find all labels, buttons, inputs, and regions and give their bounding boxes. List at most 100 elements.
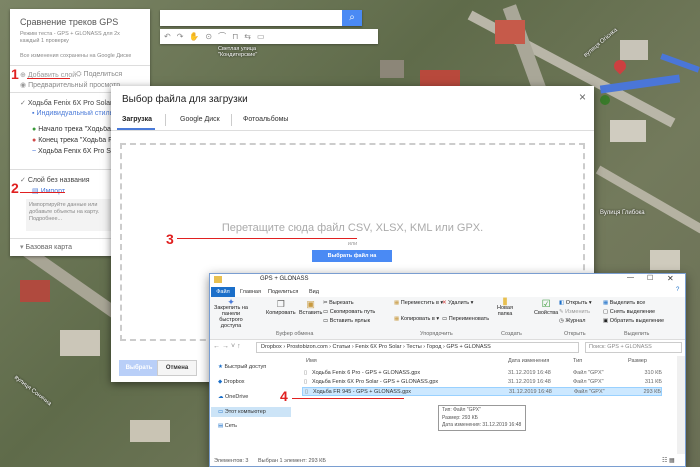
check-icon: ✓ — [20, 100, 28, 107]
nav-arrows[interactable]: ←→˅↑ — [213, 343, 243, 350]
edit-button[interactable]: ✎ Изменить — [559, 309, 590, 315]
invert-selection-button[interactable]: ▣ Обратить выделение — [603, 318, 664, 324]
file-icon: ▯ — [304, 379, 308, 385]
copy-button[interactable]: ❐ Копировать — [266, 299, 296, 316]
scrollbar[interactable] — [677, 356, 685, 454]
tab-view[interactable]: Вид — [309, 287, 319, 297]
paste-button[interactable]: ▣ Вставить — [299, 299, 322, 316]
annotation-number: 3 — [166, 231, 174, 247]
address-bar[interactable]: Dropbox › Prostobizon.com › Статьи › Fen… — [256, 342, 579, 353]
layer1-style-link[interactable]: ▪ Индивидуальный стиль — [32, 110, 113, 117]
status-item-count: Элементов: 3 — [214, 458, 249, 464]
nav-quick-access[interactable]: ★ Быстрый доступ — [218, 364, 266, 370]
map-description[interactable]: Режим теста - GPS + GLONASS для 2х кажды… — [20, 31, 138, 45]
group-clipboard: Буфер обмена — [276, 331, 314, 337]
column-type[interactable]: Тип — [573, 358, 582, 364]
group-new: Создать — [501, 331, 522, 337]
table-row[interactable]: ▯ Ходьба Fenix 6 Pro - GPS + GLONASS.gpx… — [302, 369, 662, 378]
column-size[interactable]: Размер — [628, 358, 647, 364]
minimize-icon[interactable]: — — [627, 274, 634, 281]
map-toolbar[interactable]: ↶↷✋⊙⌒⊓⇆▭ — [160, 29, 378, 44]
annotation-underline — [20, 192, 65, 193]
select-all-icon: ▦ — [603, 300, 610, 306]
map-title[interactable]: Сравнение треков GPS — [20, 17, 118, 27]
maximize-icon[interactable]: ☐ — [647, 274, 653, 282]
file-explorer-window: GPS + GLONASS — ☐ ✕ Файл Главная Поделит… — [209, 273, 686, 467]
view-toggle-icon[interactable]: ☷ ▦ — [662, 457, 675, 464]
ribbon: ✦ Закрепить на панели быстрого доступа ❐ К… — [210, 297, 685, 340]
select-button[interactable]: Выбрать — [119, 360, 159, 376]
choose-file-button[interactable]: Выбрать файл на устройстве — [312, 250, 392, 271]
select-none-button[interactable]: ▢ Снять выделение — [603, 309, 655, 315]
open-button[interactable]: ◧ Открыть ▾ — [559, 300, 592, 306]
window-title: GPS + GLONASS — [260, 276, 309, 282]
map-poi-label: Светлая улица "Кондитерские" — [218, 46, 258, 58]
chevron-down-icon: ▾ — [434, 316, 440, 322]
copy-icon: ❐ — [276, 299, 285, 309]
check-icon: ✓ — [20, 177, 28, 184]
close-icon[interactable]: × — [579, 90, 586, 104]
select-none-icon: ▢ — [603, 309, 610, 315]
tab-file[interactable]: Файл — [211, 287, 235, 297]
cloud-icon: ☁ — [218, 394, 226, 400]
cancel-button[interactable]: Отмена — [157, 360, 197, 376]
tab-photo-albums[interactable]: Фотоальбомы — [243, 116, 288, 123]
tab-google-drive[interactable]: Google Диск — [180, 116, 220, 123]
pin-button[interactable]: ✦ Закрепить на панели быстрого доступа — [212, 298, 250, 330]
file-icon: ▯ — [304, 370, 308, 376]
column-name[interactable]: Имя — [306, 358, 317, 364]
copy-to-button[interactable]: ▦ Копировать в ▾ — [394, 316, 439, 322]
table-row-selected[interactable]: ▯ Ходьба FR 945 - GPS + GLONASS.gpx 31.1… — [302, 387, 662, 396]
chevron-down-icon: ▾ — [587, 300, 592, 306]
annotation-number: 2 — [11, 180, 19, 196]
clipboard-icon: ▣ — [306, 299, 315, 309]
folder-icon — [214, 276, 222, 283]
history-button[interactable]: ◷ Журнал — [559, 318, 585, 324]
preview-button[interactable]: ◉ Предварительный просмотр — [20, 81, 120, 89]
or-label: или — [347, 241, 358, 247]
help-icon[interactable]: ? — [676, 287, 679, 293]
dialog-title: Выбор файла для загрузки — [122, 94, 248, 105]
properties-button[interactable]: ☑ Свойства — [534, 299, 558, 316]
copy-path-button[interactable]: ▭ Скопировать путь — [323, 309, 375, 315]
group-select: Выделить — [624, 331, 650, 337]
close-icon[interactable]: ✕ — [667, 274, 674, 283]
rename-button[interactable]: ▭ Переименовать — [442, 316, 489, 322]
annotation-number: 4 — [280, 388, 288, 404]
nav-onedrive[interactable]: ☁ OneDrive — [218, 394, 248, 400]
annotation-underline — [27, 78, 70, 79]
street-label: Вулиця Глибока — [600, 210, 645, 216]
select-all-button[interactable]: ▦ Выделить все — [603, 300, 645, 306]
layer2-checkbox[interactable]: ✓ Слой без названия — [20, 176, 90, 184]
nav-network[interactable]: ▤ Сеть — [218, 423, 237, 429]
search-input[interactable]: Поиск: GPS + GLONASS — [585, 342, 682, 353]
properties-icon: ☑ — [541, 299, 551, 310]
tab-home[interactable]: Главная — [240, 287, 261, 297]
import-link[interactable]: ▤ Импорт — [32, 187, 65, 195]
cut-button[interactable]: ✂ Вырезать — [323, 300, 354, 306]
move-icon: ▦ — [394, 300, 401, 306]
share-icon: ⛭ — [76, 71, 84, 78]
saved-note: Все изменения сохранены на Google Диске — [20, 53, 132, 59]
table-row[interactable]: ▯ Ходьба Fenix 6X Pro Solar - GPS + GLON… — [302, 378, 662, 387]
invert-icon: ▣ — [603, 318, 610, 324]
paste-shortcut-button[interactable]: ▭ Вставить ярлык — [323, 318, 370, 324]
base-map-toggle[interactable]: ▾ Базовая карта — [20, 243, 72, 251]
nav-dropbox[interactable]: ◆ Dropbox — [218, 379, 245, 385]
nav-this-pc[interactable]: ▭ Этот компьютер — [211, 407, 291, 417]
share-button[interactable]: ⛭ Поделиться — [76, 71, 122, 79]
open-icon: ◧ — [559, 300, 566, 306]
map-search-box[interactable]: ⌕ — [160, 10, 362, 26]
shortcut-icon: ▭ — [323, 318, 330, 324]
tab-upload[interactable]: Загрузка — [122, 116, 152, 123]
chevron-down-icon: ▾ — [469, 300, 474, 306]
column-date[interactable]: Дата изменения — [508, 358, 549, 364]
search-icon[interactable]: ⌕ — [342, 10, 362, 26]
tab-share[interactable]: Поделиться — [268, 287, 298, 297]
move-to-button[interactable]: ▦ Переместить в ▾ — [394, 300, 443, 306]
annotation-number: 1 — [11, 66, 19, 82]
copy-to-icon: ▦ — [394, 316, 401, 322]
rename-icon: ▭ — [442, 316, 449, 322]
delete-button[interactable]: ✕ Удалить ▾ — [442, 300, 473, 306]
new-folder-button[interactable]: ▮ Новая папка — [494, 297, 516, 318]
